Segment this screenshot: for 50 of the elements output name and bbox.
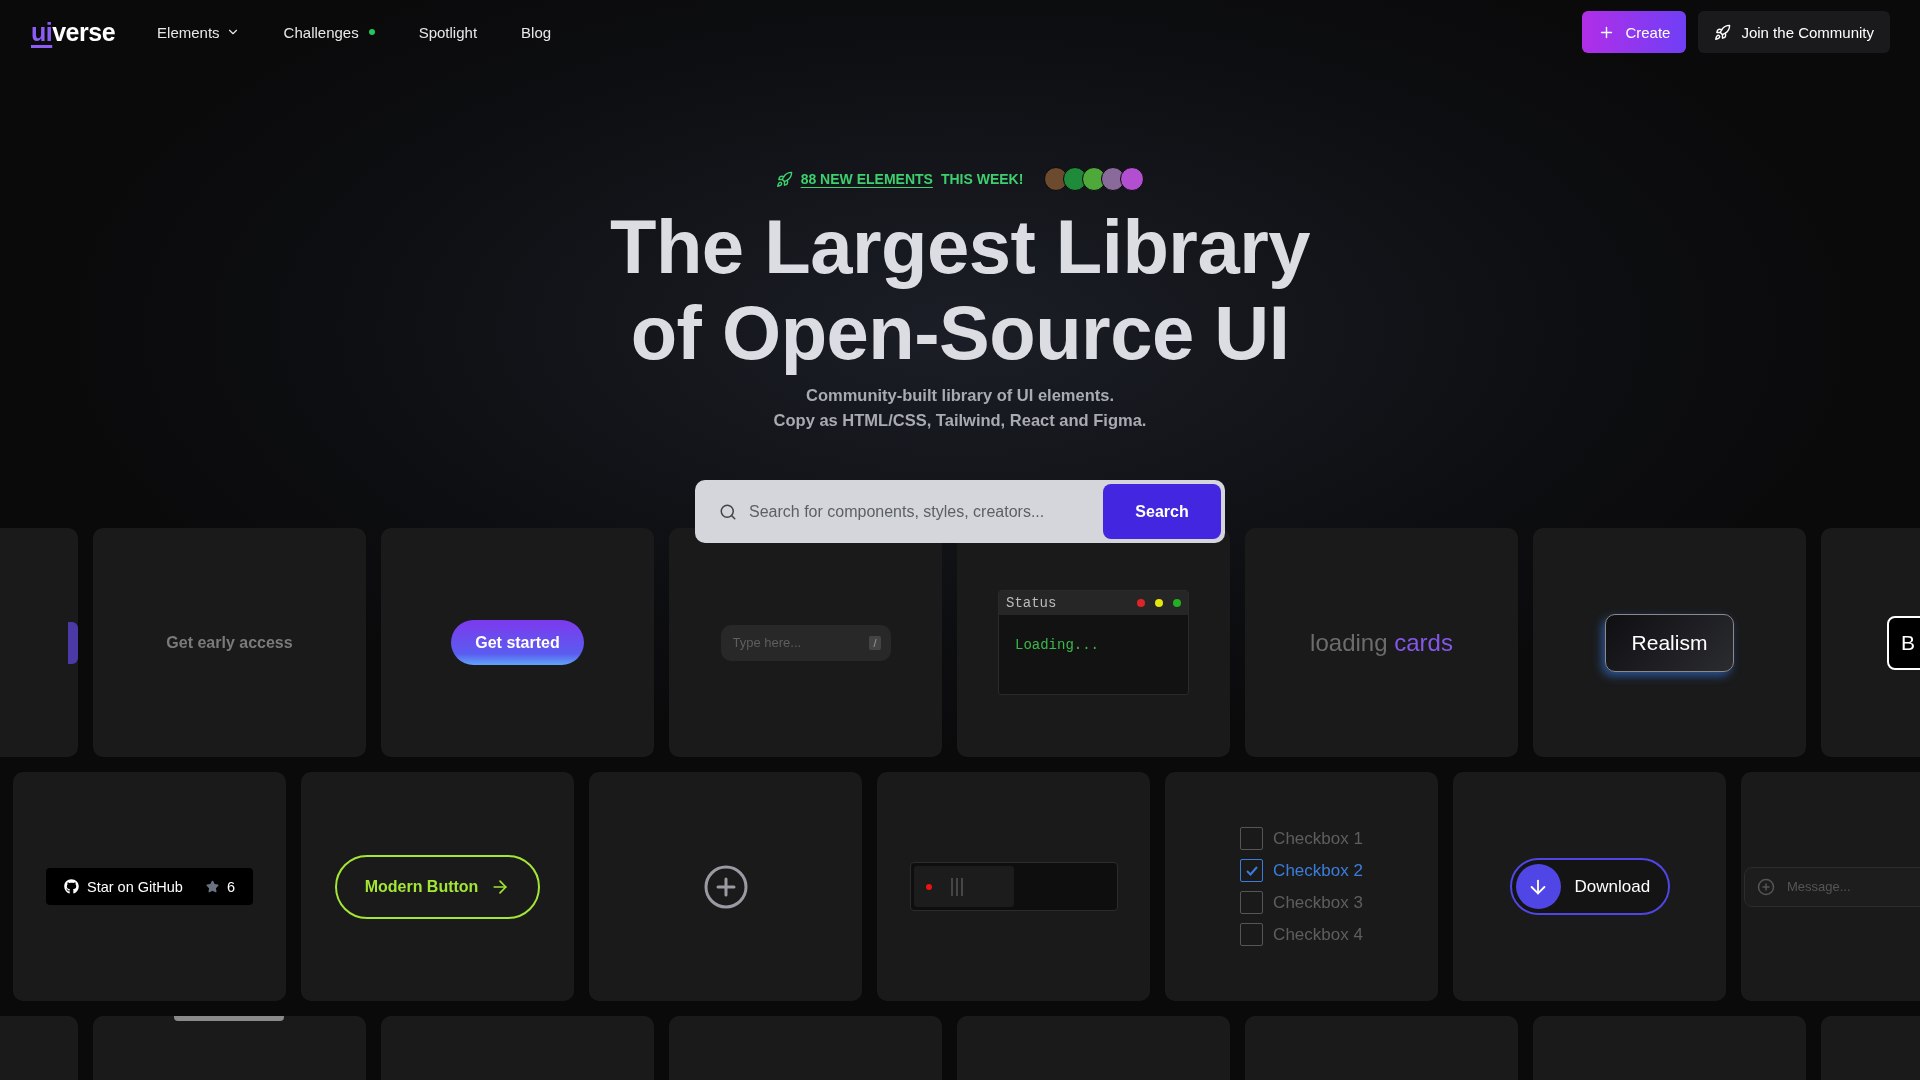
nav-link[interactable]: Blog (521, 23, 552, 41)
terminal-text: Loading... (1014, 636, 1100, 655)
checkbox[interactable] (1240, 859, 1264, 882)
nav-link[interactable]: Elements (157, 23, 240, 41)
card-text: Get early access (166, 633, 293, 652)
community-button[interactable]: Join the Community (1698, 11, 1890, 53)
message-field[interactable]: Message... (1785, 878, 1920, 895)
window-dot (1173, 599, 1181, 607)
new-elements-link[interactable]: 88 NEW ELEMENTS (800, 171, 933, 187)
announcement-text: THIS WEEK! (940, 171, 1024, 187)
shortcut-key: / (869, 635, 881, 650)
window-dot (1137, 599, 1145, 607)
grip-icon (949, 875, 964, 898)
loading-text: loading cards (1310, 628, 1453, 657)
rocket-icon (1714, 23, 1732, 41)
checkbox[interactable] (1240, 827, 1264, 850)
indicator-icon (925, 883, 932, 890)
tab-shape (68, 621, 78, 664)
hero-subtitle: Copy as HTML/CSS, Tailwind, React and Figma. (773, 410, 1147, 431)
checkbox-label: Checkbox 1 (1273, 828, 1363, 849)
rocket-icon (775, 170, 793, 188)
checkbox-item[interactable]: Checkbox 2 (1240, 859, 1363, 882)
star-icon (205, 880, 219, 893)
logo[interactable]: uiverse (31, 17, 116, 47)
modern-button[interactable]: Modern Button (334, 854, 541, 919)
slider-switch[interactable] (909, 862, 1118, 911)
nav-link[interactable]: Spotlight (418, 23, 478, 41)
realism-button[interactable]: Realism (1604, 613, 1735, 672)
create-button[interactable]: Create (1582, 11, 1687, 53)
terminal-title: Status (1006, 595, 1058, 611)
hero-subtitle: Community-built library of UI elements. (804, 385, 1115, 406)
message-box[interactable]: Message... (1744, 866, 1920, 907)
get-started-button[interactable]: Get started (451, 620, 584, 665)
search-icon (719, 502, 737, 521)
checkbox[interactable] (1240, 891, 1264, 914)
nav-link[interactable]: Challenges (283, 23, 375, 41)
checkbox-label: Checkbox 4 (1273, 924, 1363, 945)
checkbox-label: Checkbox 2 (1273, 860, 1363, 881)
checkbox-label: Checkbox 3 (1273, 892, 1363, 913)
github-icon (64, 879, 79, 894)
check-icon (1245, 865, 1258, 876)
window-dot (1155, 599, 1163, 607)
outline-button[interactable]: B (1887, 615, 1920, 670)
search-field[interactable]: Search for components, styles, creators... Search (695, 480, 1225, 543)
download-button[interactable]: Download (1509, 858, 1670, 915)
hero-title: of Open-Source UI (629, 290, 1291, 376)
hero-title: The Largest Library (610, 204, 1310, 290)
checkbox[interactable] (1240, 923, 1264, 946)
search-button[interactable]: Search (1103, 484, 1221, 539)
github-star-button[interactable]: Star on GitHub 6 (46, 868, 253, 905)
